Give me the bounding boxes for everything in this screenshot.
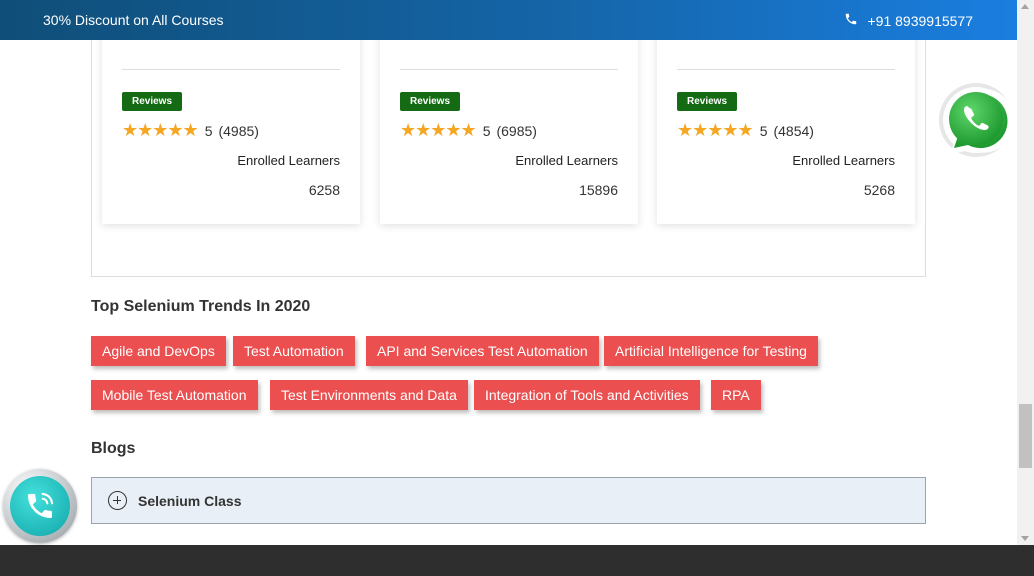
rating-value: 5 [204,122,213,139]
scroll-down-arrow-icon[interactable] [1021,536,1029,541]
star-icon: ★★★★★ [677,120,754,140]
footer [0,545,1034,576]
trend-tag[interactable]: Artificial Intelligence for Testing [604,336,818,366]
star-icon: ★★★★★ [122,120,199,140]
trend-tag[interactable]: Test Environments and Data [270,380,468,410]
card-divider [122,69,340,70]
phone-contact[interactable]: +91 8939915577 [844,12,974,29]
top-announcement-bar: 30% Discount on All Courses +91 89399155… [0,0,1017,40]
scrollbar-thumb[interactable] [1019,404,1032,468]
plus-circle-icon[interactable] [108,491,127,510]
phone-number[interactable]: +91 8939915577 [868,13,974,29]
rating-value: 5 [482,122,491,139]
reviews-badge: Reviews [400,92,461,111]
enrolled-count: 15896 [579,182,618,198]
course-cards-panel: Reviews ★★★★★ 5 (4985) Enrolled Learners… [91,0,926,277]
card-divider [400,69,618,70]
blogs-heading: Blogs [91,440,136,457]
star-icon: ★★★★★ [400,120,477,140]
review-count: (6985) [496,122,537,139]
whatsapp-icon [939,83,1015,157]
page-scrollbar[interactable] [1017,0,1034,545]
trend-tag[interactable]: Agile and DevOps [91,336,226,366]
trend-tag[interactable]: RPA [711,380,761,410]
call-icon [28,492,54,518]
rating-value: 5 [759,122,768,139]
enrolled-count: 6258 [308,182,340,198]
call-button[interactable] [3,469,77,543]
card-divider [677,69,895,70]
reviews-badge: Reviews [677,92,738,111]
trend-tag[interactable]: Integration of Tools and Activities [474,380,700,410]
enrolled-count: 5268 [863,182,895,198]
scroll-up-arrow-icon[interactable] [1021,4,1029,9]
phone-icon [844,12,858,29]
course-rating: ★★★★★ 5 (6985) [400,120,537,141]
enrolled-label: Enrolled Learners [515,153,618,168]
review-count: (4854) [773,122,814,139]
trend-tag[interactable]: API and Services Test Automation [366,336,599,366]
reviews-badge: Reviews [122,92,183,111]
review-count: (4985) [218,122,259,139]
blog-accordion-item[interactable]: Selenium Class [91,477,926,524]
course-rating: ★★★★★ 5 (4854) [677,120,814,141]
enrolled-label: Enrolled Learners [792,153,895,168]
trend-tag[interactable]: Test Automation [233,336,355,366]
accordion-label[interactable]: Selenium Class [138,493,242,509]
enrolled-label: Enrolled Learners [237,153,340,168]
trends-heading: Top Selenium Trends In 2020 [91,298,311,315]
whatsapp-button[interactable] [936,82,1016,162]
discount-promo-text[interactable]: 30% Discount on All Courses [43,12,224,28]
course-rating: ★★★★★ 5 (4985) [122,120,259,141]
trend-tag[interactable]: Mobile Test Automation [91,380,258,410]
